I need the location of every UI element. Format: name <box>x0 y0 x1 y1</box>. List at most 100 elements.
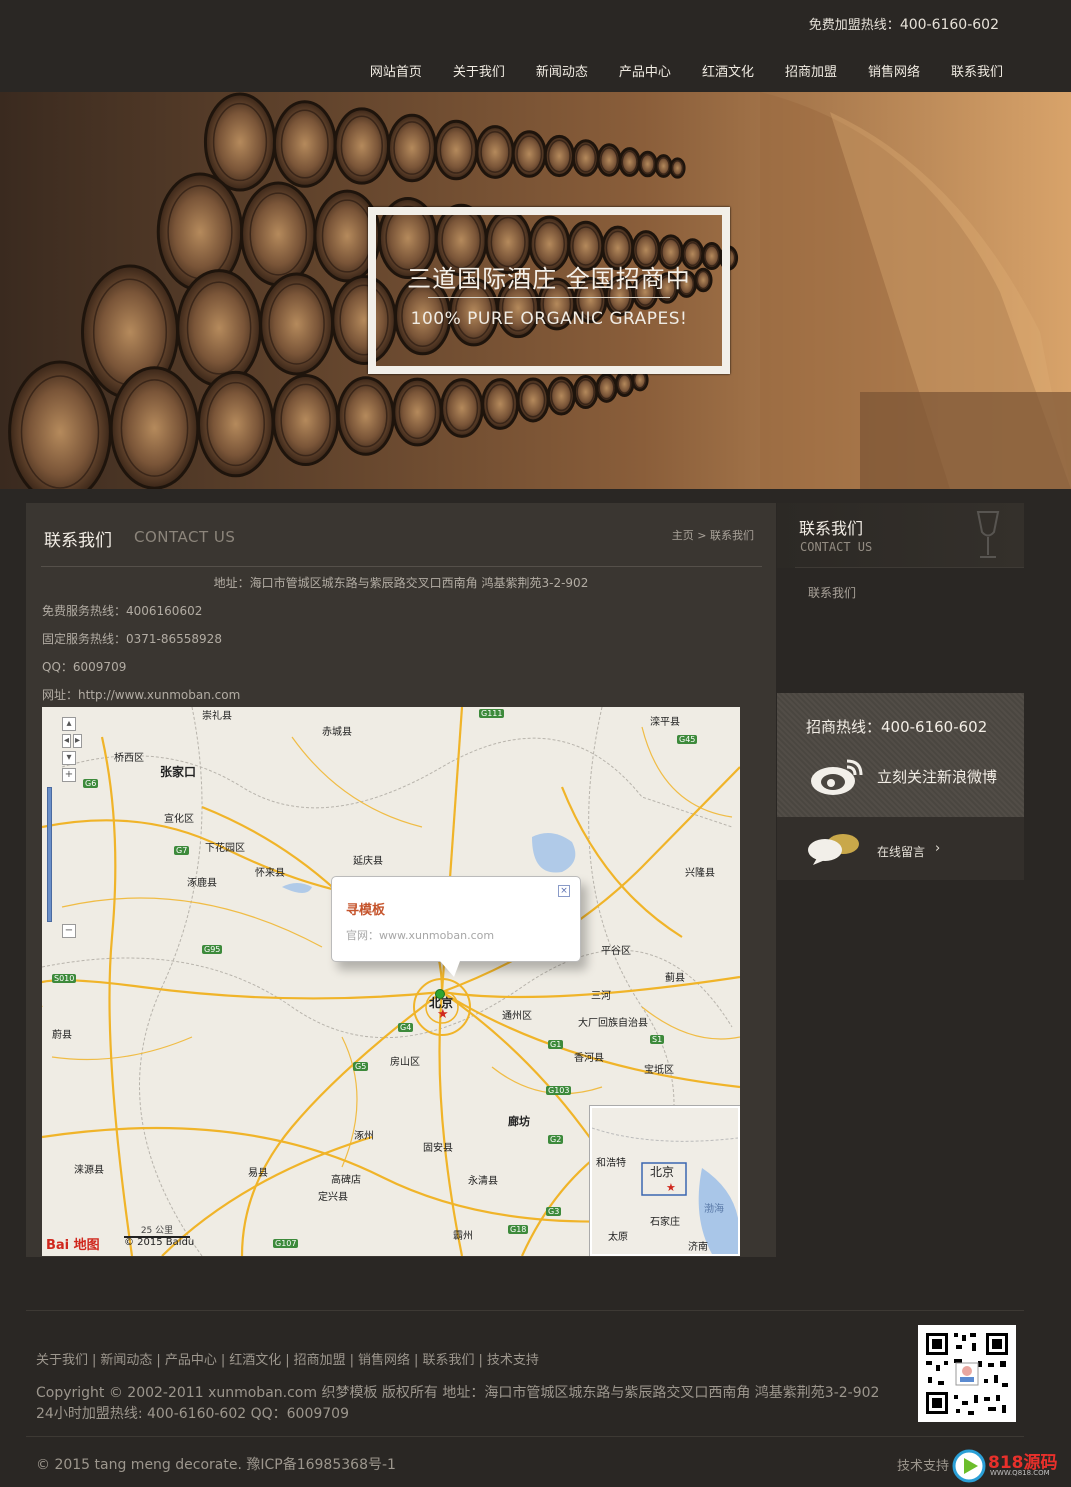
map-marker-icon[interactable] <box>435 989 445 999</box>
popup-pointer <box>440 961 460 977</box>
map-label-langfang: 廊坊 <box>508 1115 530 1128</box>
sidebar-hotline-box: 招商热线：400-6160-602 立刻关注新浪微博 <box>777 693 1024 817</box>
road-sign-s010: S010 <box>52 974 77 983</box>
chat-bubble-icon <box>808 834 859 865</box>
online-message-box[interactable]: 在线留言 › <box>777 817 1024 880</box>
baidu-map[interactable]: 张家口 桥西区 宣化区 下花园区 怀来县 涿鹿县 延庆县 赤城县 滦平县 兴隆县… <box>42 707 740 1256</box>
minimap-label-shijiazhuang: 石家庄 <box>650 1217 680 1228</box>
road-sign-g111: G111 <box>479 709 505 718</box>
pan-left-button[interactable]: ◂ <box>62 734 71 748</box>
footer-link-wine-culture[interactable]: 红酒文化 <box>229 1353 281 1368</box>
map-label-luanping: 滦平县 <box>650 717 680 728</box>
road-sign-g1: G1 <box>548 1040 564 1049</box>
footer-divider-top <box>26 1310 1024 1311</box>
footer-icp: © 2015 tang meng decorate. 豫ICP备16985368… <box>36 1457 396 1473</box>
zoom-slider[interactable] <box>47 787 52 922</box>
top-header: 免费加盟热线：400-6160-602 网站首页 关于我们 新闻动态 产品中心 … <box>0 0 1071 92</box>
qq-text: QQ：6009709 <box>42 660 127 674</box>
main-nav: 网站首页 关于我们 新闻动态 产品中心 红酒文化 招商加盟 销售网络 联系我们 <box>339 61 1003 80</box>
road-sign-g4: G4 <box>398 1023 414 1032</box>
map-label-dachang: 大厂回族自治县 <box>578 1018 648 1029</box>
website-text[interactable]: 网址：http://www.xunmoban.com <box>42 686 240 703</box>
zoom-out-button[interactable]: − <box>62 924 76 938</box>
map-label-yixian: 易县 <box>248 1168 268 1179</box>
footer-links: 关于我们 | 新闻动态 | 产品中心 | 红酒文化 | 招商加盟 | 销售网络 | 联系我们 | 技术支持 <box>36 1349 539 1368</box>
free-hotline-text: 免费服务热线：4006160602 <box>42 604 203 618</box>
footer-link-about[interactable]: 关于我们 <box>36 1353 88 1368</box>
road-sign-g3: G3 <box>546 1207 562 1216</box>
minimap-label-bohai: 渤海 <box>704 1204 724 1215</box>
footer-divider-bottom <box>26 1436 1024 1437</box>
map-label-chongli: 崇礼县 <box>202 711 232 722</box>
pan-horizontal: ◂ ▸ <box>62 734 82 748</box>
popup-close-icon[interactable]: × <box>558 885 570 897</box>
banner-frame: 三道国际酒庄 全国招商中 100% PURE ORGANIC GRAPES! <box>368 207 730 374</box>
map-scale: 25 公里 <box>124 1223 190 1238</box>
map-label-xinglong: 兴隆县 <box>685 868 715 879</box>
footer-tech-support[interactable]: 技术支持 <box>897 1455 949 1474</box>
nav-franchise[interactable]: 招商加盟 <box>785 61 837 80</box>
road-sign-g6: G6 <box>83 779 99 788</box>
nav-home[interactable]: 网站首页 <box>370 61 422 80</box>
map-label-sanhe: 三河 <box>591 991 611 1002</box>
play-logo-icon <box>952 1449 986 1483</box>
footer-sep: | <box>92 1353 97 1368</box>
nav-sales-network[interactable]: 销售网络 <box>868 61 920 80</box>
footer-link-sales-network[interactable]: 销售网络 <box>358 1353 410 1368</box>
nav-contact[interactable]: 联系我们 <box>951 61 1003 80</box>
weibo-icon[interactable] <box>809 755 867 797</box>
weibo-follow-link[interactable]: 立刻关注新浪微博 <box>877 766 997 787</box>
map-label-zhuolu: 涿鹿县 <box>187 878 217 889</box>
road-sign-g5: G5 <box>353 1062 369 1071</box>
nav-about[interactable]: 关于我们 <box>453 61 505 80</box>
fixed-hotline-text: 固定服务热线：0371-86558928 <box>42 632 222 646</box>
road-sign-g107: G107 <box>273 1239 299 1248</box>
footer-link-news[interactable]: 新闻动态 <box>100 1353 152 1368</box>
map-label-bazhou: 霸州 <box>453 1231 473 1242</box>
map-label-laiyuan: 涞源县 <box>74 1165 104 1176</box>
map-label-zhuozhou: 涿州 <box>354 1131 374 1142</box>
qr-code-image <box>918 1325 1016 1422</box>
map-copyright: © 2015 Baidu <box>124 1237 195 1248</box>
zoom-in-button[interactable]: + <box>62 768 76 782</box>
banner-divider <box>428 297 670 298</box>
footer-sep: | <box>285 1353 290 1368</box>
chevron-right-icon: › <box>935 841 941 856</box>
road-sign-g7: G7 <box>174 846 190 855</box>
title-divider <box>41 566 762 567</box>
overview-minimap[interactable]: 北京 和浩特 石家庄 太原 济南 渤海 ★ <box>589 1105 740 1256</box>
online-message-link[interactable]: 在线留言 <box>877 843 925 860</box>
footer-sep: | <box>156 1353 161 1368</box>
nav-wine-culture[interactable]: 红酒文化 <box>702 61 754 80</box>
footer-link-contact[interactable]: 联系我们 <box>422 1353 474 1368</box>
map-label-xianghe: 香河县 <box>574 1053 604 1064</box>
watermark-url: WWW.Q818.COM <box>990 1469 1050 1477</box>
header-hotline-label: 免费加盟热线： <box>808 18 900 33</box>
footer-link-tech-support[interactable]: 技术支持 <box>487 1353 539 1368</box>
road-sign-g103: G103 <box>546 1086 572 1095</box>
address-text: 地址：海口市管城区城东路与紫辰路交叉口西南角 鸿基紫荆苑3-2-902 <box>213 576 589 590</box>
footer-sep: | <box>220 1353 226 1368</box>
sidebar-item-contact[interactable]: 联系我们 <box>808 584 856 601</box>
footer-link-products[interactable]: 产品中心 <box>165 1353 217 1368</box>
popup-url: 官网：www.xunmoban.com <box>346 929 495 942</box>
nav-products[interactable]: 产品中心 <box>619 61 671 80</box>
banner-title: 三道国际酒庄 全国招商中 <box>407 265 691 293</box>
nav-news[interactable]: 新闻动态 <box>536 61 588 80</box>
map-label-yongqing: 永清县 <box>468 1176 498 1187</box>
map-label-yuxian: 蔚县 <box>52 1030 72 1041</box>
map-label-fangshan: 房山区 <box>390 1057 420 1068</box>
pan-down-button[interactable]: ▾ <box>62 751 76 765</box>
pan-right-button[interactable]: ▸ <box>73 734 82 748</box>
footer-link-franchise[interactable]: 招商加盟 <box>294 1353 346 1368</box>
pan-up-button[interactable]: ▴ <box>62 717 76 731</box>
minimap-label-taiyuan: 太原 <box>608 1232 628 1243</box>
qr-code <box>918 1325 1016 1422</box>
map-label-zhangjiakou: 张家口 <box>160 765 197 779</box>
map-label-yanqing: 延庆县 <box>353 856 383 867</box>
header-hotline: 免费加盟热线：400-6160-602 <box>809 14 999 33</box>
map-info-popup: 寻模板 官网：www.xunmoban.com × <box>331 876 581 977</box>
map-label-guan: 固安县 <box>423 1143 453 1154</box>
sidebar-divider <box>795 567 1024 568</box>
breadcrumb[interactable]: 主页 > 联系我们 <box>672 527 754 543</box>
